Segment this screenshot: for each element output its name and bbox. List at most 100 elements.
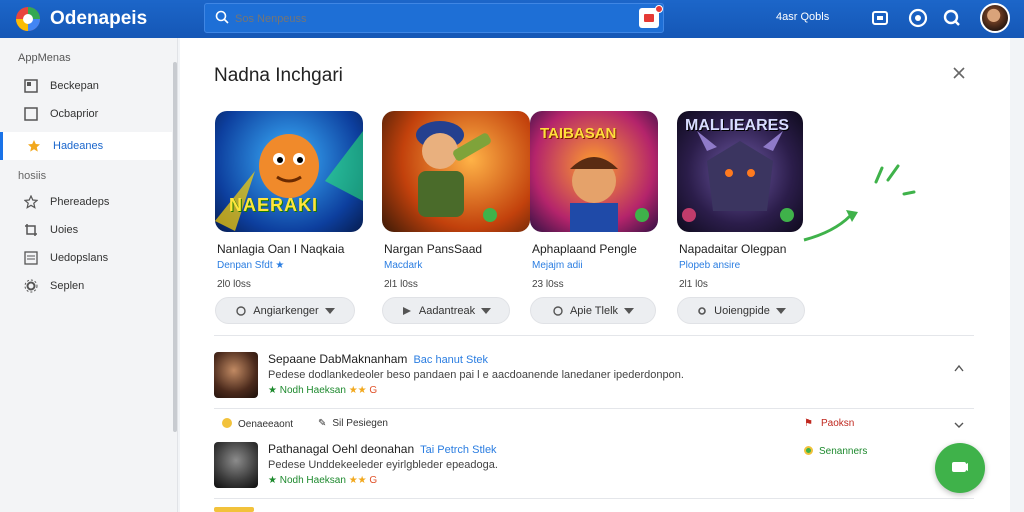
- button-label: Apie Tlelk: [569, 304, 619, 317]
- sidebar-item-label: Ocbaprior: [50, 108, 99, 120]
- sidebar-item-beckepan[interactable]: Beckepan: [0, 72, 172, 100]
- sidebar-item-label: Phereadeps: [50, 196, 110, 208]
- refresh-icon: [236, 305, 246, 316]
- thumbnail-text: TAIBASAN: [540, 125, 617, 142]
- grid-icon[interactable]: [870, 8, 890, 28]
- search-icon[interactable]: [942, 8, 962, 28]
- game-thumbnail[interactable]: MALLIEARES: [677, 111, 803, 232]
- game-thumbnail[interactable]: TAIBASAN: [530, 111, 658, 232]
- list-thumbnail[interactable]: [214, 352, 258, 398]
- chevron-up-icon[interactable]: [954, 364, 964, 372]
- game-name: Aphaplaand Pengle: [532, 242, 637, 256]
- decorative-arrow-icon: [803, 164, 916, 242]
- grid-icon: [24, 79, 38, 93]
- game-meta: 2l1 l0s: [679, 279, 708, 290]
- sidebar-item-uedopslans[interactable]: Uedopslans: [0, 244, 172, 272]
- settings-circle-icon[interactable]: [908, 8, 928, 28]
- search-input[interactable]: [235, 10, 615, 28]
- list-icon: [24, 251, 38, 265]
- card-action-button[interactable]: Angiarkenger: [215, 297, 355, 324]
- button-label: Uoiengpide: [714, 304, 770, 317]
- action-label: Oenaeeaont: [238, 419, 294, 430]
- game-card[interactable]: TAIBASAN Aphaplaand Pengle Mejajm adii 2…: [530, 111, 680, 324]
- sidebar-item-uoies[interactable]: Uoies: [0, 216, 172, 244]
- sidebar: AppMenas Beckepan Ocbaprior Hadeanes hos…: [0, 38, 178, 512]
- list-link[interactable]: Bac hanut Stek: [413, 354, 488, 366]
- sidebar-item-hadeanes[interactable]: Hadeanes: [0, 132, 172, 160]
- search-bar[interactable]: [204, 3, 664, 33]
- divider: [214, 408, 974, 409]
- notification-dot: [655, 5, 663, 13]
- action-item[interactable]: ✎ Sil Pesiegen: [318, 418, 388, 429]
- sidebar-section-title: AppMenas: [18, 52, 71, 64]
- divider: [214, 335, 974, 336]
- game-developer[interactable]: Denpan Sfdt ★: [217, 260, 284, 271]
- list-description: Pedese Unddekeeleder eyirlgbleder epeado…: [268, 459, 498, 471]
- list-tag: ★ Nodh Haeksan ★★ G: [268, 385, 377, 396]
- game-developer[interactable]: Plopeb ansire: [679, 260, 740, 271]
- game-developer[interactable]: Macdark: [384, 260, 422, 271]
- app-title: Odenapeis: [50, 8, 148, 29]
- game-meta: 2l1 l0ss: [384, 279, 418, 290]
- list-title-text: Pathanagal Oehl deonahan: [268, 442, 415, 456]
- gear-icon: [24, 279, 38, 293]
- action-label: Paoksn: [820, 418, 855, 429]
- character-art-icon: [416, 121, 497, 222]
- thumbnail-text: NAERAKI: [229, 195, 319, 215]
- sidebar-section2-title: hosiis: [18, 170, 47, 182]
- action-item[interactable]: ⚑ Paoksn: [804, 418, 854, 429]
- list-thumbnail[interactable]: [214, 442, 258, 488]
- sidebar-item-label: Seplen: [50, 280, 85, 292]
- card-action-button[interactable]: Apie Tlelk: [530, 297, 656, 324]
- sidebar-item-seplen[interactable]: Seplen: [0, 272, 172, 300]
- row-actions: Oenaeeaont ✎ Sil Pesiegen ⚑ Paoksn: [214, 416, 974, 436]
- chevron-down-icon: [775, 307, 786, 314]
- square-icon: [24, 107, 38, 121]
- rating-extra: G: [369, 385, 378, 396]
- button-label: Aadantreak: [418, 304, 476, 317]
- game-meta: 23 l0ss: [532, 279, 564, 290]
- status-label: Senanners: [819, 446, 868, 457]
- panel-title: Nadna Inchgari: [214, 65, 343, 86]
- flag-icon: ⚑: [804, 418, 813, 429]
- rating-extra: G: [369, 475, 378, 486]
- sidebar-scrollbar[interactable]: [173, 62, 177, 432]
- cart-button[interactable]: [639, 5, 663, 28]
- list-item[interactable]: Sepaane DabMaknanham Bac hanut Stek Pedes…: [214, 352, 974, 402]
- list-title-text: Sepaane DabMaknanham: [268, 352, 408, 366]
- game-name: Nargan PansSaad: [384, 242, 483, 256]
- gear-icon: [698, 306, 706, 315]
- game-developer[interactable]: Mejajm adii: [532, 260, 583, 271]
- game-meta: 2l0 l0ss: [217, 279, 251, 290]
- chat-fab-button[interactable]: [935, 443, 985, 493]
- card-action-button[interactable]: Aadantreak: [382, 297, 510, 324]
- list-tag: ★ Nodh Haeksan ★★ G: [268, 475, 377, 486]
- sidebar-item-ocbaprior[interactable]: Ocbaprior: [0, 100, 172, 128]
- top-bar: Odenapeis 4asr Qobls: [0, 0, 1024, 38]
- close-icon[interactable]: [950, 64, 968, 82]
- avatar[interactable]: [980, 3, 1010, 33]
- game-name: Napadaitar Olegpan: [679, 242, 787, 256]
- tag-label: Nodh Haeksan: [279, 475, 346, 486]
- search-icon: [215, 10, 229, 24]
- game-thumbnail[interactable]: NAERAKI: [215, 111, 363, 232]
- sidebar-item-label: Uoies: [50, 224, 79, 236]
- card-action-button[interactable]: Uoiengpide: [677, 297, 805, 324]
- sidebar-item-label: Uedopslans: [50, 252, 109, 264]
- list-link[interactable]: Tai Petrch Stlek: [420, 444, 496, 456]
- sidebar-item-label: Hadeanes: [53, 140, 104, 152]
- game-card[interactable]: NAERAKI Nanlagia Oan I Naqkaia Denpan Sf…: [215, 111, 365, 324]
- game-card[interactable]: Nargan PansSaad Macdark 2l1 l0ss Aadantr…: [382, 111, 532, 324]
- list-title: Sepaane DabMaknanham Bac hanut Stek: [268, 352, 488, 366]
- sidebar-item-phereadeps[interactable]: Phereadeps: [0, 188, 172, 216]
- action-item[interactable]: Oenaeeaont: [222, 418, 293, 430]
- user-name[interactable]: 4asr Qobls: [776, 11, 829, 23]
- leaf-icon: ★: [268, 475, 280, 486]
- star-icon: [28, 140, 40, 152]
- game-thumbnail[interactable]: [382, 111, 530, 232]
- chevron-down-icon[interactable]: [954, 422, 964, 428]
- divider: [214, 498, 974, 499]
- next-item-peek: [214, 507, 254, 512]
- status-dot-icon: [804, 446, 813, 455]
- app-logo-icon[interactable]: [14, 5, 42, 33]
